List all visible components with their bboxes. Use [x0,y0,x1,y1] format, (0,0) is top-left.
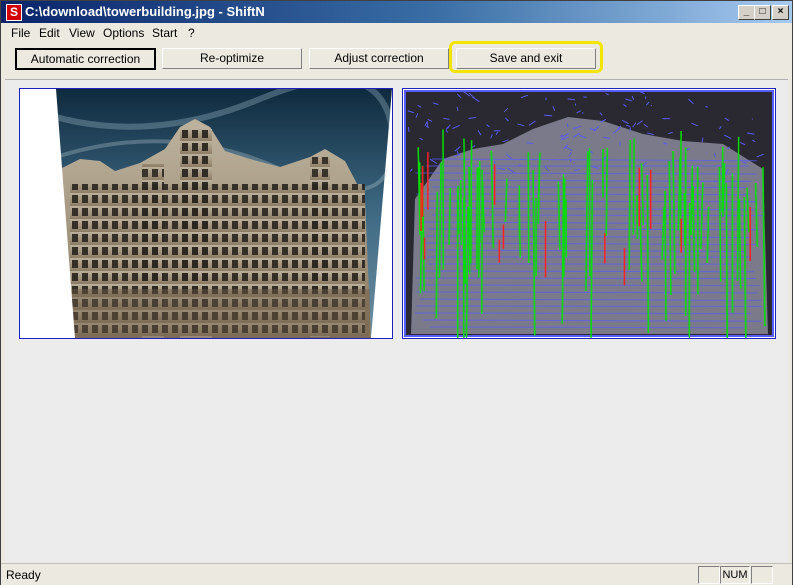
menu-options[interactable]: Options [103,26,144,40]
title-bar[interactable]: S C:\download\towerbuilding.jpg - ShiftN… [1,1,792,23]
adjust-correction-button[interactable]: Adjust correction [309,48,449,69]
image-workspace [5,79,788,562]
toolbar: Automatic correction Re-optimize Adjust … [1,45,792,75]
menu-view[interactable]: View [69,26,95,40]
window-title: C:\download\towerbuilding.jpg - ShiftN [25,4,265,19]
app-icon[interactable]: S [6,4,22,21]
save-button-highlight [449,41,603,73]
automatic-correction-button[interactable]: Automatic correction [15,48,156,70]
menu-file[interactable]: File [11,26,30,40]
menu-start[interactable]: Start [152,26,177,40]
line-detection-panel[interactable] [402,88,776,339]
close-button[interactable]: × [772,5,789,20]
minimize-button[interactable]: _ [738,5,755,20]
status-text: Ready [6,568,41,582]
corrected-building-photo [20,89,392,338]
menu-help[interactable]: ? [188,26,195,40]
edge-detection-lines [404,89,774,338]
maximize-button[interactable]: □ [754,5,771,20]
menu-bar: File Edit View Options Start ? [1,23,792,43]
corrected-image-panel[interactable] [19,88,393,339]
status-indicator-caps [698,566,720,584]
shiftn-window: S C:\download\towerbuilding.jpg - ShiftN… [0,0,793,585]
status-bar: Ready NUM [1,563,792,585]
status-indicator-scroll [751,566,773,584]
re-optimize-button[interactable]: Re-optimize [162,48,302,69]
status-indicator-num: NUM [720,566,750,584]
menu-edit[interactable]: Edit [39,26,60,40]
